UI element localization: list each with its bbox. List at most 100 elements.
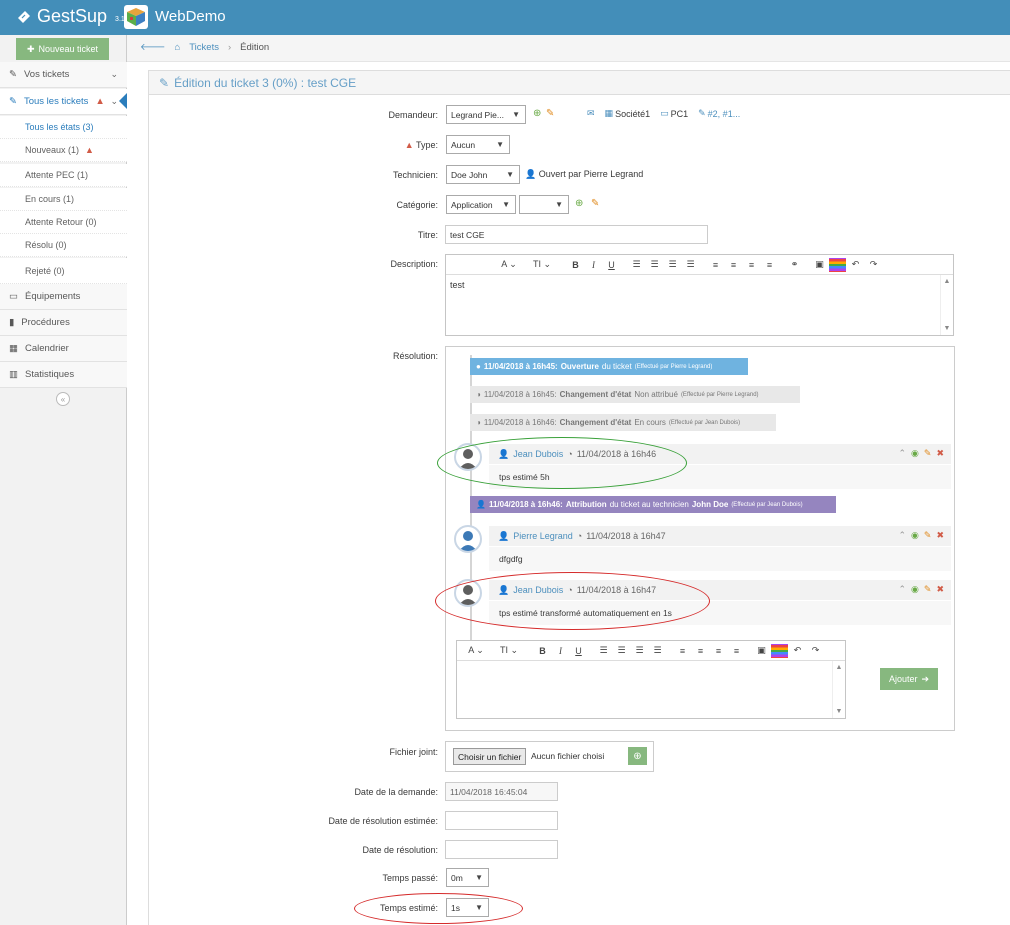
- bullet-list-icon[interactable]: ☰: [595, 644, 612, 658]
- font-size-icon[interactable]: TI ⌄: [525, 258, 559, 272]
- bold-icon[interactable]: B: [567, 258, 584, 272]
- caret-down-icon: ▼: [506, 170, 514, 179]
- category-select[interactable]: Application ▼: [446, 195, 516, 214]
- home-icon[interactable]: ⌂: [174, 42, 180, 53]
- technician-select[interactable]: Doe John ▼: [446, 165, 520, 184]
- state-resolved[interactable]: Résolu (0): [0, 234, 127, 257]
- add-comment-button[interactable]: Ajouter ➔: [880, 668, 938, 690]
- brand-logo[interactable]: GestSup 3.1.31: [16, 6, 135, 27]
- editor-scrollbar[interactable]: ▲ ▼: [832, 661, 845, 718]
- time-spent-select[interactable]: 0m ▼: [446, 868, 489, 887]
- opened-by: 👤 Ouvert par Pierre Legrand: [525, 169, 644, 179]
- chevron-up-icon[interactable]: ⌃: [899, 584, 907, 595]
- align-right-icon[interactable]: ≡: [743, 258, 760, 272]
- res-date-field[interactable]: [445, 840, 558, 859]
- plus-icon: ✚: [26, 43, 35, 54]
- image-icon[interactable]: ▣: [811, 258, 828, 272]
- delete-icon[interactable]: ✖: [936, 448, 944, 459]
- align-left-icon[interactable]: ≡: [707, 258, 724, 272]
- align-center-icon[interactable]: ≡: [692, 644, 709, 658]
- eye-icon[interactable]: ◉: [911, 584, 919, 595]
- align-right-icon[interactable]: ≡: [710, 644, 727, 658]
- est-res-date-field[interactable]: [445, 811, 558, 830]
- numbered-list-icon[interactable]: ☰: [646, 258, 663, 272]
- nav-procedures[interactable]: ▮ Procédures: [0, 310, 127, 336]
- nav-calendar[interactable]: ▦ Calendrier: [0, 336, 127, 362]
- choose-file-button[interactable]: Choisir un fichier: [453, 748, 527, 765]
- state-in-progress[interactable]: En cours (1): [0, 188, 127, 211]
- caret-down-icon: ▼: [512, 110, 520, 119]
- subcategory-select[interactable]: ▼: [519, 195, 569, 214]
- indent-icon[interactable]: ☰: [682, 258, 699, 272]
- redo-icon[interactable]: ↷: [807, 644, 824, 658]
- editor-scrollbar[interactable]: ▲ ▼: [940, 275, 953, 335]
- undo-icon[interactable]: ↶: [789, 644, 806, 658]
- edit-user-icon[interactable]: ✎: [546, 108, 554, 119]
- pencil-icon[interactable]: ✎: [924, 584, 932, 595]
- font-size-icon[interactable]: TI ⌄: [492, 644, 526, 658]
- pencil-icon[interactable]: ✎: [924, 530, 932, 541]
- requester-select[interactable]: Legrand Pie... ▼: [446, 105, 526, 124]
- user-icon: 👤: [498, 530, 510, 541]
- upload-icon[interactable]: ⊕: [628, 747, 647, 765]
- font-color-icon[interactable]: A ⌄: [461, 644, 491, 658]
- description-content[interactable]: test ▲ ▼: [446, 274, 953, 335]
- cube-logo-icon: [124, 5, 148, 29]
- nav-stats[interactable]: ▥ Statistiques: [0, 362, 127, 388]
- pc-icon: ▭: [660, 108, 669, 118]
- add-user-icon[interactable]: ⊕: [533, 108, 541, 119]
- align-center-icon[interactable]: ≡: [725, 258, 742, 272]
- delete-icon[interactable]: ✖: [936, 530, 944, 541]
- font-color-icon[interactable]: A ⌄: [494, 258, 524, 272]
- edit-category-icon[interactable]: ✎: [591, 198, 599, 209]
- desktop-icon: ▭: [9, 291, 18, 302]
- undo-icon[interactable]: ↶: [847, 258, 864, 272]
- underline-icon[interactable]: U: [603, 258, 620, 272]
- chevron-up-icon[interactable]: ⌃: [899, 530, 907, 541]
- file-status: Aucun fichier choisi: [531, 751, 605, 761]
- delete-icon[interactable]: ✖: [936, 584, 944, 595]
- bold-icon[interactable]: B: [534, 644, 551, 658]
- nav-equipment[interactable]: ▭ Équipements: [0, 284, 127, 310]
- chevron-up-icon[interactable]: ⌃: [899, 448, 907, 459]
- comment-editor[interactable]: A ⌄ TI ⌄ B I U ☰ ☰ ☰ ☰ ≡ ≡ ≡ ≡ ▣ ↶ ↷ ▲ ▼: [456, 640, 846, 719]
- breadcrumb-tickets[interactable]: Tickets: [189, 42, 219, 53]
- justify-icon[interactable]: ≡: [728, 644, 745, 658]
- numbered-list-icon[interactable]: ☰: [613, 644, 630, 658]
- company-icon: ▦: [604, 108, 614, 118]
- redo-icon[interactable]: ↷: [865, 258, 882, 272]
- indent-icon[interactable]: ☰: [649, 644, 666, 658]
- italic-icon[interactable]: I: [585, 258, 602, 272]
- state-rejected[interactable]: Rejeté (0): [0, 258, 127, 284]
- align-left-icon[interactable]: ≡: [674, 644, 691, 658]
- add-category-icon[interactable]: ⊕: [575, 198, 583, 209]
- back-arrow-icon[interactable]: 🡐: [140, 42, 165, 53]
- title-input[interactable]: test CGE: [445, 225, 708, 244]
- nav-all-tickets[interactable]: ✎ Tous les tickets ▲ ⌄: [0, 89, 127, 115]
- description-editor[interactable]: A ⌄ TI ⌄ B I U ☰ ☰ ☰ ☰ ≡ ≡ ≡ ≡ ⚭ ▣ ↶ ↷ t…: [445, 254, 954, 336]
- new-ticket-button[interactable]: ✚ Nouveau ticket: [16, 38, 109, 60]
- comment-content[interactable]: ▲ ▼: [457, 660, 845, 718]
- color-palette-icon[interactable]: [771, 643, 788, 658]
- collapse-sidebar-icon[interactable]: «: [56, 392, 70, 406]
- pencil-icon[interactable]: ✎: [924, 448, 932, 459]
- link-icon[interactable]: ⚭: [786, 258, 803, 272]
- state-all[interactable]: Tous les états (3): [0, 116, 127, 139]
- outdent-icon[interactable]: ☰: [631, 644, 648, 658]
- state-new[interactable]: Nouveaux (1) ▲: [0, 139, 127, 162]
- warning-icon: ▲: [85, 145, 94, 155]
- eye-icon[interactable]: ◉: [911, 530, 919, 541]
- italic-icon[interactable]: I: [552, 644, 569, 658]
- state-waiting-return[interactable]: Attente Retour (0): [0, 211, 127, 234]
- bullet-list-icon[interactable]: ☰: [628, 258, 645, 272]
- nav-my-tickets[interactable]: ✎ Vos tickets ⌄: [0, 62, 127, 88]
- state-waiting-pec[interactable]: Attente PEC (1): [0, 164, 127, 187]
- underline-icon[interactable]: U: [570, 644, 587, 658]
- mail-icon[interactable]: ✉: [587, 108, 595, 119]
- eye-icon[interactable]: ◉: [911, 448, 919, 459]
- image-icon[interactable]: ▣: [753, 644, 770, 658]
- type-select[interactable]: Aucun ▼: [446, 135, 510, 154]
- color-palette-icon[interactable]: [829, 257, 846, 272]
- outdent-icon[interactable]: ☰: [664, 258, 681, 272]
- justify-icon[interactable]: ≡: [761, 258, 778, 272]
